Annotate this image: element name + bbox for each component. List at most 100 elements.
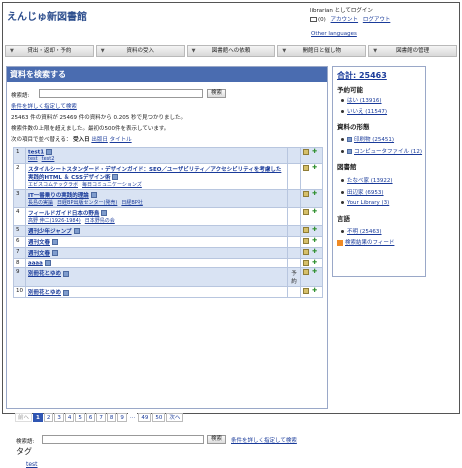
pager-page[interactable]: 6 <box>85 413 96 422</box>
add-item-icon[interactable]: ✚ <box>312 237 318 244</box>
facet-item-computer-file[interactable]: コンピュータファイル (12) <box>341 147 422 155</box>
result-title-link[interactable]: 別冊花とゆめ <box>28 271 61 277</box>
pager-page[interactable]: 8 <box>106 413 117 422</box>
result-cell: 週刊文春 <box>24 235 289 248</box>
mail-icon[interactable] <box>310 17 317 22</box>
result-creator-link[interactable]: 日経BP出版センター(発売) <box>57 200 117 206</box>
add-item-icon[interactable]: ✚ <box>312 269 318 275</box>
facet-item-reservable-no[interactable]: いいえ (11547) <box>341 107 387 115</box>
total-count[interactable]: 合計: 25463 <box>337 70 387 81</box>
account-link[interactable]: アカウント <box>331 17 359 23</box>
facet-item-library-2[interactable]: 田辺家 (6953) <box>341 188 384 196</box>
pagination: 前へ 1 2 3 4 5 6 7 8 9… 49 50 次へ <box>15 413 184 422</box>
advanced-search-link[interactable]: 条件を詳しく指定して検索 <box>11 102 77 110</box>
facet-label[interactable]: 印刷物 (25451) <box>354 137 394 143</box>
result-title-link[interactable]: フィールドガイド日本の野鳥 <box>28 211 99 217</box>
result-creator-link[interactable]: 日本野鳥の会 <box>85 218 115 224</box>
result-creator-link[interactable]: 高野 伸二(1926-1984) <box>28 218 81 224</box>
pager-page[interactable]: 9 <box>117 413 127 422</box>
tag-link[interactable]: test <box>26 461 38 468</box>
nav-label: 図書館への依頼 <box>211 48 251 54</box>
pager-page[interactable]: 3 <box>54 413 64 422</box>
result-title-link[interactable]: IT一番乗りの実践的理論 <box>28 193 89 199</box>
result-title-link[interactable]: 週刊少年ジャンプ <box>28 229 72 235</box>
facet-item-library-3[interactable]: Your Library (3) <box>341 200 389 206</box>
bottom-search-input[interactable] <box>42 435 204 444</box>
add-item-icon[interactable]: ✚ <box>312 208 318 215</box>
pager-page[interactable]: 1 <box>33 413 43 422</box>
facet-label[interactable]: はい (13916) <box>347 98 382 104</box>
table-row: 1 test1 test test2 ✚ <box>13 147 323 164</box>
search-input[interactable] <box>39 89 203 98</box>
table-row: 6 週刊文春 ✚ <box>13 235 323 248</box>
result-creator-link[interactable]: 毎日コミュニケーションズ <box>82 182 142 188</box>
edit-icon[interactable] <box>303 190 309 197</box>
add-item-icon[interactable]: ✚ <box>312 248 318 255</box>
other-languages-link[interactable]: Other languages <box>311 31 357 37</box>
table-row: 4 フィールドガイド日本の野鳥 高野 伸二(1926-1984) 日本野鳥の会 ✚ <box>13 206 323 226</box>
facet-label[interactable]: コンピュータファイル (12) <box>354 149 422 155</box>
add-item-icon[interactable]: ✚ <box>312 149 318 155</box>
pager-page[interactable]: 50 <box>152 413 166 422</box>
pager-ellipsis: … <box>127 413 138 422</box>
bottom-search-button[interactable]: 検索 <box>207 435 226 444</box>
pager-page[interactable]: 49 <box>138 413 152 422</box>
result-title-link[interactable]: スタイルシートスタンダード・デザインガイド：SEO／ユーザビリティ／アクセシビリ… <box>28 167 281 181</box>
pager-page[interactable]: 5 <box>75 413 85 422</box>
logout-link[interactable]: ログアウト <box>363 17 391 23</box>
add-item-icon[interactable]: ✚ <box>312 288 318 294</box>
edit-icon[interactable] <box>303 288 309 294</box>
result-title-link[interactable]: test1 <box>28 150 44 156</box>
feed-label[interactable]: 検索結果のフィード <box>345 240 394 246</box>
edit-icon[interactable] <box>303 208 309 215</box>
pager-page[interactable]: 4 <box>64 413 75 422</box>
result-title-link[interactable]: 週刊文春 <box>28 251 50 257</box>
result-title-link[interactable]: aaaa <box>28 260 43 266</box>
nav-admin[interactable]: ▼ 図書館の管理 <box>368 45 457 57</box>
result-creator-link[interactable]: エビスコムテックラボ <box>28 182 78 188</box>
nav-requests[interactable]: ▼ 図書館への依頼 <box>186 45 276 57</box>
sort-by-title[interactable]: タイトル <box>110 137 132 143</box>
edit-icon[interactable] <box>303 259 309 266</box>
edit-icon[interactable] <box>303 164 309 171</box>
edit-icon[interactable] <box>303 226 309 233</box>
pager-next[interactable]: 次へ <box>166 413 184 422</box>
pager-page[interactable]: 7 <box>96 413 106 422</box>
nav-events[interactable]: ▼ 開館日と催し物 <box>277 45 367 57</box>
result-creator-link[interactable]: test2 <box>42 156 55 162</box>
facet-label[interactable]: いいえ (11547) <box>347 109 387 115</box>
add-item-icon[interactable]: ✚ <box>312 226 318 233</box>
site-title[interactable]: えんじゅ新図書館 <box>7 8 87 23</box>
facet-item-print[interactable]: 印刷物 (25451) <box>341 135 394 143</box>
sort-by-pubdate[interactable]: 出版日 <box>91 137 108 143</box>
row-number: 6 <box>13 235 26 248</box>
row-number: 1 <box>13 147 26 164</box>
nav-acquisition[interactable]: ▼ 資料の受入 <box>95 45 185 57</box>
pager-page[interactable]: 2 <box>43 413 54 422</box>
row-number: 3 <box>13 188 26 208</box>
bottom-advanced-search-link[interactable]: 条件を詳しく指定して検索 <box>231 436 297 444</box>
result-creator-link[interactable]: 日経BP社 <box>121 200 142 206</box>
add-item-icon[interactable]: ✚ <box>312 164 318 171</box>
edit-icon[interactable] <box>303 248 309 255</box>
facet-item-library-1[interactable]: たなべ家 (13922) <box>341 176 393 184</box>
result-creator-link[interactable]: test <box>28 156 38 162</box>
facet-label[interactable]: 田辺家 (6953) <box>347 190 384 196</box>
action-cell: ✚ <box>300 206 323 226</box>
nav-circulation[interactable]: ▼ 貸出・返却・予約 <box>5 45 94 57</box>
facet-label[interactable]: 不明 (25463) <box>347 229 382 235</box>
facet-item-reservable-yes[interactable]: はい (13916) <box>341 96 382 104</box>
edit-icon[interactable] <box>303 269 309 275</box>
facet-item-language-unknown[interactable]: 不明 (25463) <box>341 227 382 235</box>
edit-icon[interactable] <box>303 237 309 244</box>
facet-label[interactable]: Your Library (3) <box>347 200 389 206</box>
feed-link[interactable]: 検索結果のフィード <box>337 238 394 246</box>
add-item-icon[interactable]: ✚ <box>312 259 318 266</box>
add-item-icon[interactable]: ✚ <box>312 190 318 197</box>
facet-label[interactable]: たなべ家 (13922) <box>347 178 393 184</box>
edit-icon[interactable] <box>303 149 309 155</box>
result-title-link[interactable]: 週刊文春 <box>28 240 50 246</box>
result-creator-link[interactable]: 長島の実論 <box>28 200 53 206</box>
result-title-link[interactable]: 別冊花とゆめ <box>28 290 61 296</box>
search-button[interactable]: 検索 <box>207 89 226 98</box>
